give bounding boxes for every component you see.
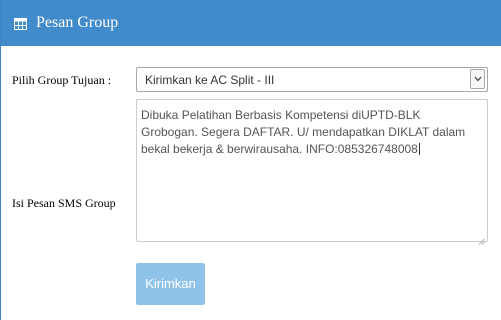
panel-header: Pesan Group: [1, 0, 501, 46]
table-icon: [14, 17, 27, 30]
select-dropdown-button[interactable]: [470, 69, 485, 89]
group-select[interactable]: Kirimkan ke AC Split - III: [136, 67, 488, 92]
message-text-content: Dibuka Pelatihan Berbasis Kompetensi diU…: [141, 107, 475, 158]
pesan-group-panel: Pesan Group Pilih Group Tujuan : Kirimka…: [0, 0, 501, 320]
panel-title: Pesan Group: [36, 14, 119, 31]
text-caret: [418, 143, 420, 155]
resize-grip-icon[interactable]: [478, 232, 485, 245]
message-label: Isi Pesan SMS Group: [12, 196, 116, 210]
message-textarea[interactable]: Dibuka Pelatihan Berbasis Kompetensi diU…: [136, 99, 488, 245]
submit-button[interactable]: Kirimkan: [136, 263, 205, 305]
group-select-value: Kirimkan ke AC Split - III: [145, 73, 275, 87]
group-select-label: Pilih Group Tujuan :: [12, 73, 112, 87]
message-text: Dibuka Pelatihan Berbasis Kompetensi diU…: [141, 108, 466, 156]
chevron-down-icon: [474, 76, 482, 82]
